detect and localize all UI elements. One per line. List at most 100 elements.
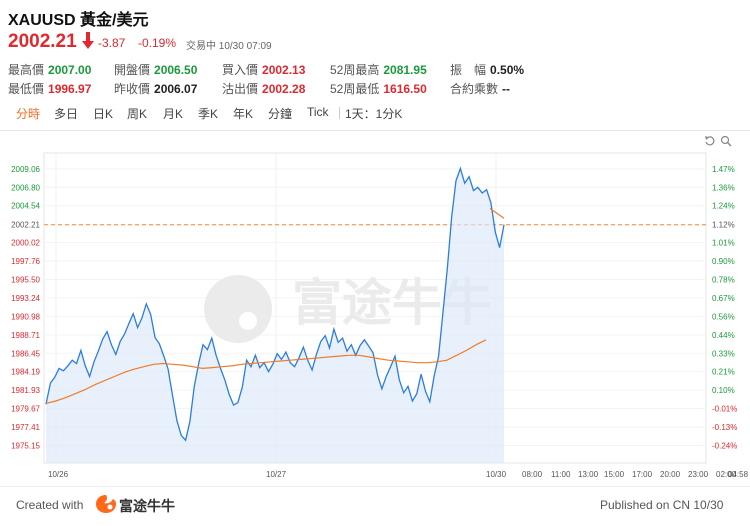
period-tabs: 分時 多日 日K 周K 月K 季K 年K 分鐘 Tick 1天：1分K [0,105,750,129]
x-tick-label: 23:00 [688,470,709,479]
x-tick-label: 10/30 [486,470,507,479]
x-tick-label: 15:00 [604,470,625,479]
y-tick-label: 1990.98 [11,312,40,321]
pct-tick-label: 0.56% [712,312,735,321]
stat-value: 2006.50 [154,63,198,77]
y-tick-label: 1988.71 [11,331,40,340]
pct-tick-label: 0.21% [712,368,735,377]
stat-value: 2006.07 [154,82,198,96]
stat-item: 振 幅 0.50% [450,61,524,78]
stat-item: 合約乘數 -- [450,80,510,97]
stat-label: 52周最高 [330,63,380,77]
stat-value: 2002.13 [262,63,306,77]
stat-value: 2081.95 [383,63,427,77]
stat-label: 最高價 [8,63,45,77]
tabs-divider [0,130,750,131]
pct-tick-label: 1.01% [712,239,735,248]
y-tick-label: 1984.19 [11,368,40,377]
stat-value: 1616.50 [383,82,427,96]
pct-tick-label: 1.36% [712,183,735,192]
stat-label: 買入價 [222,63,259,77]
stat-label: 開盤價 [114,63,151,77]
created-with-label: Created with [16,498,84,512]
price-change-percent: -0.19% [138,36,177,50]
period-tab[interactable]: 1天：1分K [345,105,402,122]
futu-logo-text: 富途牛牛 [119,498,175,514]
price-change: -3.87 [98,36,126,50]
pct-tick-label: -0.01% [712,405,737,414]
period-tab[interactable]: 年K [233,105,253,122]
pct-tick-label: 1.24% [712,202,735,211]
stat-item: 52周最低 1616.50 [330,80,427,97]
pct-tick-label: 0.90% [712,257,735,266]
stat-label: 52周最低 [330,82,380,96]
pct-tick-label: 1.47% [712,165,735,174]
stat-item: 52周最高 2081.95 [330,61,427,78]
y-tick-label: 1995.50 [11,275,40,284]
x-tick-label: 10/26 [48,470,69,479]
stat-label: 合約乘數 [450,82,499,96]
stat-value: -- [502,82,511,96]
tab-separator [339,107,340,119]
x-tick-label: 08:00 [522,470,543,479]
watermark-logo-icon [204,275,272,343]
published-on-label: Published on CN 10/30 [600,498,724,512]
pct-tick-label: 1.12% [712,221,735,230]
stat-value: 1996.97 [48,82,92,96]
x-tick-label: 04:58 [728,470,749,479]
pct-tick-label: -0.24% [712,441,737,450]
stat-value: 0.50% [490,63,525,77]
price-down-arrow-icon [82,32,94,49]
period-tab[interactable]: 分鐘 [268,105,292,122]
watermark-logo-dot [239,312,257,330]
pct-tick-label: 0.10% [712,386,735,395]
price-chart[interactable]: 2009.06 1.47% 2006.80 1.36% 2004.54 1.24% 2002… [0,145,750,485]
y-tick-label: 1997.76 [11,257,40,266]
period-tab[interactable]: 分時 [16,105,40,122]
y-tick-label: 1986.45 [11,349,40,358]
period-tab[interactable]: 季K [198,105,218,122]
period-tab[interactable]: 周K [127,105,147,122]
pct-tick-label: -0.13% [712,423,737,432]
y-tick-label: 2006.80 [11,183,40,192]
stat-label: 振 幅 [450,63,487,77]
stat-item: 最高價 2007.00 [8,61,91,78]
x-tick-label: 20:00 [660,470,681,479]
stat-item: 買入價 2002.13 [222,61,305,78]
instrument-title: XAUUSD 黃金/美元 [8,12,149,29]
y-tick-label: 2009.06 [11,165,40,174]
period-tab[interactable]: 多日 [54,105,78,122]
trading-status: 交易中 10/30 07:09 [186,41,272,52]
stat-item: 最低價 1996.97 [8,80,91,97]
futu-logo-icon [96,495,116,513]
y-tick-label: 1979.67 [11,405,40,414]
y-tick-label: 1975.15 [11,441,40,450]
y-tick-label: 2002.21 [11,221,40,230]
x-tick-label: 10/27 [266,470,287,479]
y-tick-label: 2004.54 [11,202,40,211]
x-tick-label: 11:00 [551,470,571,479]
footer-divider [0,486,750,487]
stat-label: 沽出價 [222,82,259,96]
stat-value: 2002.28 [262,82,306,96]
stat-label: 昨收價 [114,82,151,96]
period-tab[interactable]: 日K [93,105,113,122]
pct-tick-label: 0.67% [712,294,735,303]
stat-item: 沽出價 2002.28 [222,80,305,97]
pct-tick-label: 0.33% [712,349,735,358]
x-tick-label: 13:00 [578,470,599,479]
period-tab[interactable]: 月K [163,105,183,122]
pct-tick-label: 0.44% [712,331,735,340]
y-tick-label: 2000.02 [11,239,40,248]
y-tick-label: 1981.93 [11,386,40,395]
stat-label: 最低價 [8,82,45,96]
stat-item: 開盤價 2006.50 [114,61,197,78]
period-tab[interactable]: Tick [307,105,329,119]
stat-item: 昨收價 2006.07 [114,80,197,97]
last-price: 2002.21 [8,31,77,52]
y-tick-label: 1977.41 [11,423,40,432]
pct-tick-label: 0.78% [712,275,735,284]
y-tick-label: 1993.24 [11,294,40,303]
x-tick-label: 17:00 [632,470,653,479]
stat-value: 2007.00 [48,63,92,77]
